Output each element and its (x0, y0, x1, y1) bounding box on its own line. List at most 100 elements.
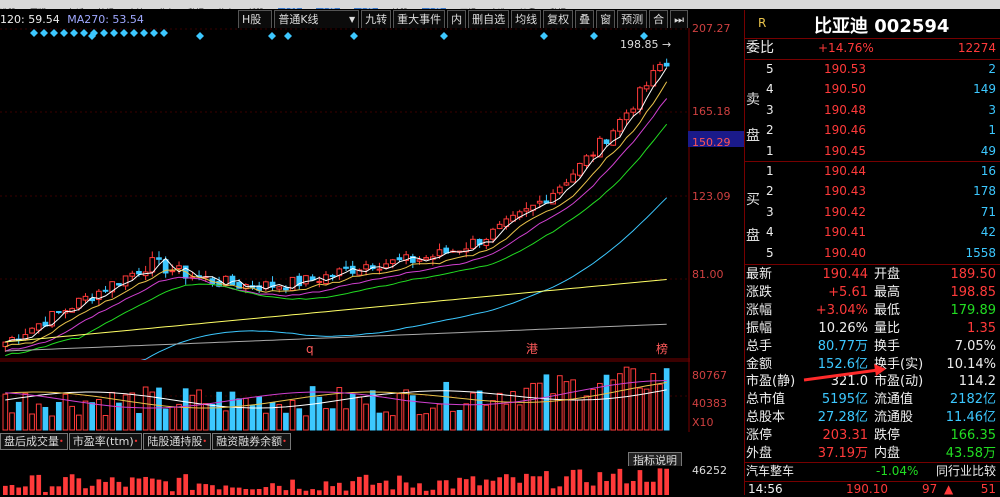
bottom-volume-bar (570, 469, 576, 495)
order-row[interactable]: 1 190.45 49 (744, 142, 1000, 161)
quote-label: 量比 (874, 320, 901, 336)
bottom-volume-axis: 46252 (692, 464, 727, 477)
menu-item[interactable]: 选股 (0, 8, 16, 9)
toolbar-button[interactable]: 复权 (543, 10, 574, 29)
volume-bar (263, 412, 269, 431)
bottom-volume-bar (170, 491, 175, 495)
sell-side-label: 卖盘 (746, 92, 760, 144)
menu-item[interactable]: 一句话 (60, 8, 84, 9)
menu-item[interactable]: 全球 (278, 8, 302, 9)
quote-row: 总股本 27.28亿 流通股 11.46亿 (744, 408, 1000, 427)
volume-bar (356, 396, 363, 431)
order-level: 5 (766, 245, 774, 260)
quote-label: 流通股 (874, 410, 914, 426)
volume-bar (309, 386, 316, 431)
h-shares-button[interactable]: H股 (238, 10, 273, 29)
menu-item[interactable]: 个股 (354, 8, 378, 9)
order-row[interactable]: 2 190.43 178 (744, 182, 1000, 201)
bottom-volume-bar (650, 481, 656, 495)
order-row[interactable]: 4 190.41 42 (744, 223, 1000, 242)
quote-label: 开盘 (874, 267, 901, 282)
volume-bar (142, 386, 149, 431)
menu-item[interactable]: 回溯 (30, 8, 46, 9)
bottom-volume-bar (597, 472, 603, 495)
price-kline-chart[interactable]: q港榜 (0, 28, 690, 360)
order-row[interactable]: 5 190.53 2 (744, 60, 1000, 79)
toolbar-button[interactable]: 删自选 (468, 10, 510, 29)
order-row[interactable]: 4 190.50 149 (744, 80, 1000, 99)
volume-bar (510, 391, 516, 431)
volume-bar (196, 389, 202, 431)
bottom-volume-bar (517, 482, 523, 495)
indicator-tab[interactable]: 市盈率(ttm)• (68, 433, 143, 450)
menu-item[interactable]: 数据 (188, 8, 204, 9)
order-price: 190.46 (824, 123, 866, 138)
volume-bar (389, 415, 396, 431)
menu-item[interactable]: 可视 (460, 8, 476, 9)
indicator-tab[interactable]: 陆股通持股• (143, 433, 212, 450)
quote-value: 189.50 (950, 267, 997, 282)
toolbar-button[interactable]: ⏭ (670, 10, 688, 29)
toolbar-button[interactable]: 窗 (596, 10, 616, 29)
menu-item[interactable]: 沙盘 (520, 8, 536, 9)
toolbar-button[interactable]: 九转 (361, 10, 392, 29)
toolbar-button[interactable]: 叠 (575, 10, 595, 29)
order-price: 190.50 (824, 82, 866, 97)
quote-row: 振幅 10.26% 量比 1.35 (744, 319, 1000, 338)
industry-row[interactable]: 汽车整车 -1.04% 同行业比较 (744, 462, 1000, 480)
bottom-volume-bar (423, 490, 429, 495)
menu-item[interactable]: 个股 (422, 8, 446, 9)
order-price: 190.42 (824, 204, 866, 219)
toolbar-button[interactable]: 合 (649, 10, 669, 29)
quote-label: 最新 (746, 267, 773, 282)
candle-body (643, 85, 650, 90)
bottom-volume-bar (624, 483, 629, 495)
volume-bar (256, 396, 263, 431)
volume-bar (630, 368, 637, 431)
candle-body (523, 208, 530, 212)
candle-body (363, 264, 369, 270)
menu-item[interactable]: 内核 (128, 8, 144, 9)
volume-bar (617, 373, 623, 431)
toolbar-button[interactable]: 预测 (617, 10, 648, 29)
menu-item[interactable]: 诊股 (392, 8, 408, 9)
indicator-tab[interactable]: 融资融券余额• (212, 433, 291, 450)
bottom-volume-bar (343, 490, 349, 495)
order-row[interactable]: 2 190.46 1 (744, 121, 1000, 140)
order-row[interactable]: 3 190.48 3 (744, 101, 1000, 120)
toolbar-button[interactable]: 均线 (511, 10, 542, 29)
menu-item[interactable]: 快报 (98, 8, 114, 9)
menu-item[interactable]: 新股 (248, 8, 264, 9)
order-row[interactable]: 5 190.40 1558 (744, 244, 1000, 263)
order-level: 4 (766, 225, 774, 240)
industry-name: 汽车整车 (746, 464, 795, 478)
bottom-volume-bar (437, 480, 442, 495)
quote-value: 1.35 (967, 320, 996, 336)
industry-compare-link[interactable]: 同行业比较 (936, 462, 996, 480)
order-row[interactable]: 3 190.42 71 (744, 203, 1000, 222)
order-volume: 16 (980, 164, 996, 178)
menu-item[interactable]: 自选 (490, 8, 506, 9)
candle-body (617, 119, 623, 132)
toolbar-button[interactable]: 重大事件 (393, 10, 446, 29)
volume-chart[interactable] (0, 360, 690, 432)
volume-bar (416, 414, 423, 431)
quote-row: 总市值 5195亿 流通值 2182亿 (744, 390, 1000, 409)
quote-value: 11.46亿 (945, 410, 996, 426)
chart-type-select[interactable]: 普通K线 ▼ (274, 10, 360, 29)
candle-body (663, 62, 670, 67)
order-row[interactable]: 1 190.44 16 (744, 162, 1000, 181)
order-price: 190.53 (824, 62, 866, 76)
bottom-volume-bar (56, 486, 62, 495)
bottom-volume-bar (196, 483, 202, 495)
quote-value: 114.2 (958, 374, 996, 390)
candle-body (490, 228, 496, 240)
menu-item[interactable]: 热点 (218, 8, 234, 9)
menu-item[interactable]: 数据 (550, 8, 566, 9)
bottom-volume-chart[interactable] (0, 466, 690, 495)
menu-item[interactable]: 个股 (316, 8, 340, 9)
indicator-tab[interactable]: 盘后成交量• (0, 433, 68, 450)
bottom-volume-bar (203, 484, 209, 495)
toolbar-button[interactable]: 内 (447, 10, 467, 29)
menu-item[interactable]: 龙虎 (158, 8, 174, 9)
